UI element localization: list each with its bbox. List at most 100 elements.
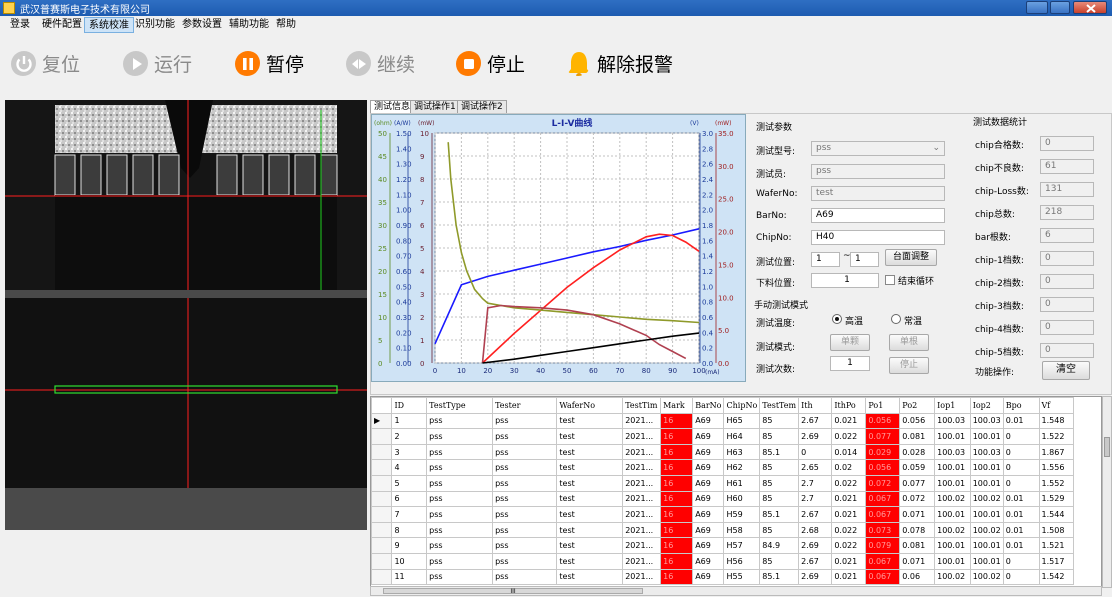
- bar-field[interactable]: A69: [811, 208, 945, 223]
- table-cell: 0.072: [899, 490, 936, 508]
- table-row[interactable]: 4 pss pss test 2021... 16 A69 H62 85 2.65 0.02 0.05…: [371, 459, 1101, 476]
- menu-recognition[interactable]: 识别功能: [131, 17, 179, 33]
- menu-auxiliary[interactable]: 辅助功能: [225, 17, 273, 33]
- column-header[interactable]: IthPo: [831, 397, 867, 414]
- column-header[interactable]: Mark: [660, 397, 694, 414]
- tester-field[interactable]: pss: [811, 164, 945, 179]
- stop-button[interactable]: 停止: [455, 34, 525, 92]
- single-bar-button[interactable]: 单根: [889, 334, 929, 351]
- column-header[interactable]: Tester: [492, 397, 558, 414]
- table-cell: 100.03: [969, 443, 1004, 461]
- platform-adjust-button[interactable]: 台面调整: [885, 249, 937, 266]
- stat-value-field[interactable]: 218: [1040, 205, 1094, 220]
- table-vertical-scrollbar[interactable]: [1102, 396, 1112, 588]
- unload-field[interactable]: 1: [811, 273, 879, 288]
- maximize-button[interactable]: [1050, 1, 1070, 14]
- table-cell: 16: [660, 521, 694, 539]
- tab-debug-1[interactable]: 调试操作1: [410, 100, 460, 114]
- menu-parameters[interactable]: 参数设置: [178, 17, 226, 33]
- stat-value-field[interactable]: 0: [1040, 343, 1094, 358]
- table-row[interactable]: 9 pss pss test 2021... 16 A69 H57 84.9 2.69 0.022 0…: [371, 537, 1101, 554]
- column-header[interactable]: Ith: [798, 397, 833, 414]
- stat-label: chip-2档数:: [975, 279, 1024, 289]
- stat-value-field[interactable]: 0: [1040, 297, 1094, 312]
- continue-button[interactable]: 继续: [345, 34, 415, 92]
- horizontal-scroll-thumb[interactable]: III: [383, 588, 643, 595]
- position-from-field[interactable]: 1: [811, 252, 840, 267]
- tab-debug-2[interactable]: 调试操作2: [457, 100, 507, 114]
- stat-value-field[interactable]: 0: [1040, 251, 1094, 266]
- row-header[interactable]: ▶: [371, 412, 393, 430]
- clear-alarm-button[interactable]: 解除报警: [565, 34, 673, 92]
- end-loop-checkbox[interactable]: [885, 275, 895, 285]
- row-header[interactable]: [371, 443, 393, 461]
- stat-value-field[interactable]: 6: [1040, 228, 1094, 243]
- column-header[interactable]: Vf: [1038, 397, 1075, 414]
- column-header[interactable]: Po1: [865, 397, 901, 414]
- table-horizontal-scrollbar[interactable]: III: [370, 586, 1102, 596]
- close-button[interactable]: [1073, 1, 1107, 14]
- model-select[interactable]: pss ⌄: [811, 141, 945, 156]
- column-header[interactable]: TestTim: [622, 397, 662, 414]
- temp-normal-radio[interactable]: [891, 314, 901, 324]
- row-header[interactable]: [371, 459, 393, 476]
- table-cell: 2.7: [798, 490, 833, 508]
- stat-value-field[interactable]: 0: [1040, 320, 1094, 335]
- minimize-button[interactable]: [1026, 1, 1048, 14]
- menu-hardware-config[interactable]: 硬件配置: [38, 17, 86, 33]
- menu-system-calibration[interactable]: 系统校准: [84, 17, 134, 33]
- table-row[interactable]: 5 pss pss test 2021... 16 A69 H61 85 2.7 0.022 0.07…: [371, 474, 1101, 492]
- column-header[interactable]: ID: [391, 397, 428, 414]
- run-button[interactable]: 运行: [122, 34, 192, 92]
- table-cell: 16: [660, 568, 694, 586]
- column-header[interactable]: WaferNo: [556, 397, 624, 414]
- column-header[interactable]: Bpo: [1002, 397, 1040, 414]
- manual-stop-button[interactable]: 停止: [889, 357, 929, 374]
- row-header[interactable]: [371, 521, 393, 539]
- bell-icon: [568, 52, 590, 76]
- row-header[interactable]: [371, 537, 393, 554]
- table-row[interactable]: 7 pss pss test 2021... 16 A69 H59 85.1 2.67 0.021 0…: [371, 506, 1101, 523]
- pause-button[interactable]: 暂停: [234, 34, 304, 92]
- table-row[interactable]: 10 pss pss test 2021... 16 A69 H56 85 2.67 0.021 0.…: [371, 552, 1101, 570]
- reset-button[interactable]: 复位: [10, 34, 80, 92]
- clear-button[interactable]: 清空: [1042, 361, 1090, 380]
- column-header[interactable]: Iop2: [969, 397, 1004, 414]
- row-header[interactable]: [371, 506, 393, 523]
- chip-field[interactable]: H40: [811, 230, 945, 245]
- table-cell: pss: [492, 443, 558, 461]
- column-header[interactable]: TestType: [426, 397, 494, 414]
- table-row[interactable]: 11 pss pss test 2021... 16 A69 H55 85.1 2.69 0.021…: [371, 568, 1101, 586]
- vertical-scroll-thumb[interactable]: [1104, 437, 1110, 457]
- row-header[interactable]: [371, 474, 393, 492]
- position-to-field[interactable]: 1: [850, 252, 879, 267]
- column-header[interactable]: Iop1: [934, 397, 971, 414]
- column-header[interactable]: Po2: [899, 397, 936, 414]
- table-row[interactable]: 2 pss pss test 2021... 16 A69 H64 85 2.69 0.022 0.0…: [371, 428, 1101, 445]
- table-row[interactable]: 3 pss pss test 2021... 16 A69 H63 85.1 0 0.014 0.02…: [371, 443, 1101, 461]
- table-row[interactable]: 8 pss pss test 2021... 16 A69 H58 85 2.68 0.022 0.0…: [371, 521, 1101, 539]
- row-header[interactable]: [371, 428, 393, 445]
- test-count-field[interactable]: 1: [830, 356, 870, 371]
- radio-selected-dot: [835, 317, 839, 321]
- column-header[interactable]: BarNo: [692, 397, 725, 414]
- row-header[interactable]: [371, 568, 393, 586]
- row-header[interactable]: [371, 552, 393, 570]
- stat-value-field[interactable]: 0: [1040, 136, 1094, 151]
- table-row[interactable]: 6 pss pss test 2021... 16 A69 H60 85 2.7 0.021 0.06…: [371, 490, 1101, 508]
- y-tick-label-aw: 0.50: [396, 283, 412, 291]
- row-header[interactable]: [371, 490, 393, 508]
- table-cell: 85: [759, 552, 800, 570]
- wafer-field[interactable]: test: [811, 186, 945, 201]
- stat-value-field[interactable]: 61: [1040, 159, 1094, 174]
- column-header[interactable]: ChipNo: [723, 397, 761, 414]
- menu-help[interactable]: 帮助: [272, 17, 300, 33]
- column-header[interactable]: TestTem: [759, 397, 800, 414]
- temp-high-radio[interactable]: [832, 314, 842, 324]
- single-chip-button[interactable]: 单颗: [830, 334, 870, 351]
- stat-value-field[interactable]: 0: [1040, 274, 1094, 289]
- stat-value-field[interactable]: 131: [1040, 182, 1094, 197]
- menu-login[interactable]: 登录: [6, 17, 34, 33]
- table-row[interactable]: ▶ 1 pss pss test 2021... 16 A69 H65 85 2.67 0.021 0.…: [371, 412, 1101, 430]
- y-tick-label-mw_left: 3: [420, 291, 424, 299]
